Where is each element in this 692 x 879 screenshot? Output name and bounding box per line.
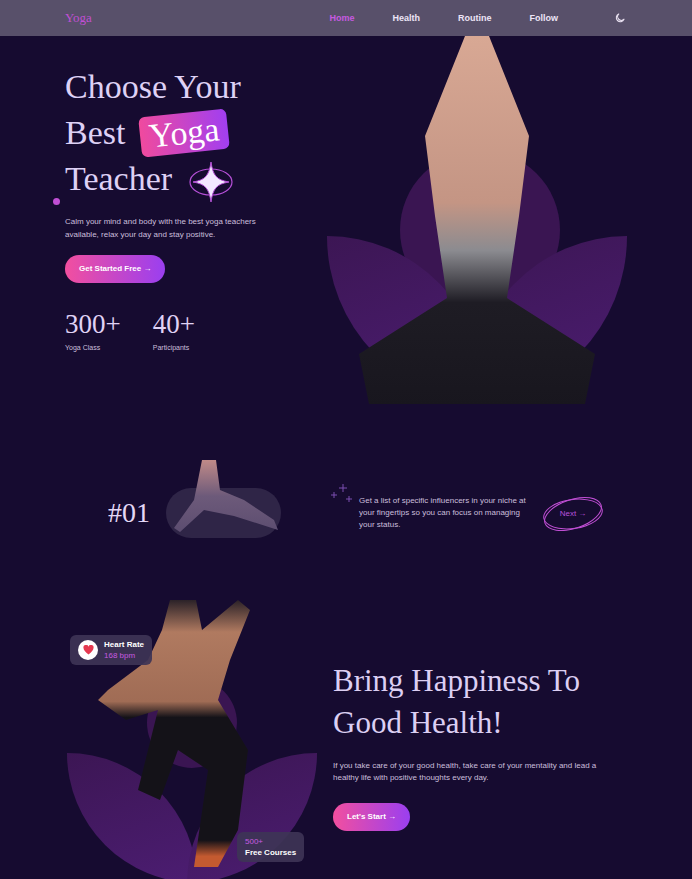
- stats: 300+ Yoga Class 40+ Participants: [65, 309, 327, 351]
- title-highlight: Yoga: [138, 108, 230, 157]
- lets-start-button[interactable]: Let's Start →: [333, 803, 410, 831]
- stat-label: Participants: [153, 344, 195, 351]
- health-visual: Heart Rate 168 bpm 500+ Free Courses: [65, 596, 318, 867]
- lotus-petal: [67, 753, 197, 879]
- hero-section: Choose YourBest YogaTeacher Calm your mi…: [0, 36, 692, 420]
- nav-item[interactable]: Follow: [530, 13, 559, 23]
- health-description: If you take care of your good health, ta…: [333, 760, 613, 785]
- moon-icon[interactable]: [614, 12, 626, 24]
- badge-value: 168 bpm: [104, 651, 144, 660]
- page: Yoga Home Health Routine Follow Choose YourBe…: [0, 0, 692, 879]
- feature-image: [166, 488, 281, 538]
- heart-icon: [83, 645, 94, 655]
- title-line: Choose Your: [65, 64, 327, 110]
- next-label: Next →: [560, 509, 587, 518]
- title-line: Good Health!: [333, 702, 692, 744]
- heart-rate-badge: Heart Rate 168 bpm: [70, 635, 152, 665]
- nav-item[interactable]: Home: [329, 13, 354, 23]
- stat-label: Yoga Class: [65, 344, 121, 351]
- stat-value: 40+: [153, 309, 195, 340]
- hero-visual: [327, 36, 627, 406]
- badge-title: Free Courses: [245, 848, 296, 857]
- header: Yoga Home Health Routine Follow: [0, 0, 692, 36]
- nav-item[interactable]: Health: [392, 13, 420, 23]
- health-title: Bring Happiness ToGood Health!: [333, 660, 692, 744]
- plus-icon: [329, 483, 355, 507]
- sparkle-icon: [187, 158, 235, 206]
- next-button[interactable]: Next →: [541, 491, 605, 535]
- stat: 40+ Participants: [153, 309, 195, 351]
- dot: [53, 198, 60, 205]
- feature-number: #01: [108, 497, 150, 529]
- hero-content: Choose YourBest YogaTeacher Calm your mi…: [65, 36, 327, 420]
- logo[interactable]: Yoga: [65, 10, 92, 26]
- nav-item[interactable]: Routine: [458, 13, 492, 23]
- feature-section: #01 Get a list of specific influencers in…: [0, 468, 692, 558]
- hero-title: Choose YourBest YogaTeacher: [65, 64, 327, 206]
- yoga-photo: [357, 36, 597, 406]
- health-content: Bring Happiness ToGood Health! If you tak…: [318, 596, 692, 867]
- nav: Home Health Routine Follow: [329, 12, 626, 24]
- stat-value: 300+: [65, 309, 121, 340]
- health-section: Heart Rate 168 bpm 500+ Free Courses Bring H…: [0, 596, 692, 867]
- courses-badge: 500+ Free Courses: [237, 832, 304, 862]
- stat: 300+ Yoga Class: [65, 309, 121, 351]
- badge-title: Heart Rate: [104, 640, 144, 649]
- pose-photo: [174, 460, 279, 532]
- feature-left: #01: [108, 488, 281, 538]
- badge-value: 500+: [245, 837, 296, 846]
- title-line: Teacher: [65, 156, 327, 206]
- feature-right: Get a list of specific influencers in yo…: [329, 491, 605, 535]
- title-line: Best Yoga: [65, 110, 327, 156]
- title-line: Bring Happiness To: [333, 660, 692, 702]
- badge-texts: Heart Rate 168 bpm: [104, 640, 144, 660]
- heart-circle: [78, 640, 98, 660]
- feature-text: Get a list of specific influencers in yo…: [359, 495, 535, 531]
- hero-description: Calm your mind and body with the best yo…: [65, 216, 280, 241]
- get-started-button[interactable]: Get Started Free →: [65, 255, 165, 283]
